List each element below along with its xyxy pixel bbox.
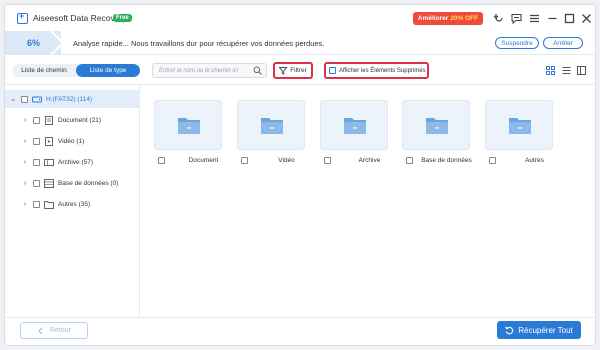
- upgrade-button[interactable]: Améliorer 20% OFF: [413, 12, 483, 25]
- tile-label: Base de données: [421, 156, 472, 164]
- menu-icon[interactable]: [529, 13, 540, 24]
- video-icon: [45, 136, 53, 146]
- progress-percentage: 6%: [27, 38, 41, 48]
- show-deleted-label: Afficher les Éléments Supprimés: [339, 67, 426, 74]
- category-tile-archive[interactable]: [320, 100, 388, 150]
- tile-label-row: Document: [158, 154, 238, 166]
- archive-icon: [44, 158, 54, 166]
- list-mode-toggle: Liste de chemin Liste de type: [12, 64, 140, 77]
- tile-label-row: Autres: [489, 154, 569, 166]
- chevron-right-icon[interactable]: ›: [21, 138, 29, 145]
- category-tile-document[interactable]: [154, 100, 222, 150]
- folder-icon: [426, 118, 448, 134]
- folder-icon: [178, 118, 200, 134]
- sidebar-tree: ⌄ H:(FAT32) (114) › Document (21) › Vidé…: [5, 85, 140, 317]
- show-deleted-toggle[interactable]: Afficher les Éléments Supprimés: [324, 62, 429, 79]
- category-tile-video[interactable]: [237, 100, 305, 150]
- tree-item-label: Archive (57): [58, 158, 94, 166]
- tile-checkbox[interactable]: [406, 156, 413, 164]
- free-badge: Free: [113, 14, 132, 22]
- upgrade-discount: 20% OFF: [450, 15, 479, 22]
- search-placeholder: Entrer le nom ou le chemin ici: [159, 67, 239, 74]
- tree-item-archive[interactable]: › Archive (57): [5, 153, 140, 171]
- tree-item-database[interactable]: › Base de données (0): [5, 174, 140, 192]
- tree-checkbox[interactable]: [33, 179, 40, 187]
- grid-view-icon[interactable]: [546, 66, 555, 75]
- stop-button[interactable]: Arrêter: [543, 37, 583, 49]
- back-label: Retour: [49, 327, 71, 334]
- tree-checkbox[interactable]: [33, 116, 40, 124]
- detail-view-icon[interactable]: [577, 66, 586, 75]
- footer-bar: Retour Récupérer Tout: [5, 317, 595, 345]
- chevron-right-icon[interactable]: ›: [21, 201, 29, 208]
- minimize-icon[interactable]: [547, 13, 558, 24]
- tree-checkbox[interactable]: [21, 95, 28, 103]
- app-logo-icon: [17, 11, 28, 24]
- folder-icon: [44, 200, 54, 209]
- app-window: Aiseesoft Data Recovery Free Améliorer 2…: [4, 4, 596, 346]
- scan-status-text: Analyse rapide... Nous travaillons dur p…: [73, 39, 325, 48]
- tile-checkbox[interactable]: [489, 156, 496, 164]
- tree-checkbox[interactable]: [33, 137, 40, 145]
- scan-progress-bar: 6% Analyse rapide... Nous travaillons du…: [5, 31, 595, 55]
- tree-item-video[interactable]: › Vidéo (1): [5, 132, 140, 150]
- recover-all-button[interactable]: Récupérer Tout: [497, 321, 581, 339]
- close-icon[interactable]: [581, 13, 592, 24]
- tree-item-label: Base de données (0): [58, 179, 119, 187]
- pause-button[interactable]: Suspendre: [495, 37, 539, 49]
- toolbar: Liste de chemin Liste de type Entrer le …: [5, 55, 595, 85]
- tile-checkbox[interactable]: [324, 156, 331, 164]
- drive-icon: [32, 96, 42, 102]
- tile-checkbox[interactable]: [158, 156, 165, 164]
- recover-all-label: Récupérer Tout: [518, 325, 573, 335]
- back-button[interactable]: Retour: [20, 322, 88, 339]
- home-icon[interactable]: [493, 13, 504, 24]
- folder-icon: [509, 118, 531, 134]
- chevron-down-icon[interactable]: ⌄: [9, 95, 17, 103]
- tile-label-row: Base de données: [406, 154, 476, 166]
- tree-item-label: Document (21): [58, 116, 101, 124]
- list-view-icon[interactable]: [562, 66, 571, 75]
- filter-button[interactable]: Filtrer: [273, 62, 313, 79]
- filter-label: Filtrer: [290, 67, 307, 74]
- document-icon: [45, 115, 53, 125]
- chevron-right-icon[interactable]: ›: [21, 159, 29, 166]
- tree-root-label: H:(FAT32) (114): [46, 95, 92, 103]
- database-icon: [44, 178, 54, 188]
- chevron-right-icon[interactable]: ›: [21, 117, 29, 124]
- filter-icon: [279, 66, 288, 75]
- tab-type-list[interactable]: Liste de type: [76, 64, 140, 77]
- tile-label: Archive: [358, 156, 381, 164]
- feedback-icon[interactable]: [511, 13, 522, 24]
- maximize-icon[interactable]: [564, 13, 575, 24]
- chevron-left-icon: [38, 327, 43, 334]
- tree-item-label: Vidéo (1): [58, 137, 85, 145]
- chevron-right-icon[interactable]: ›: [21, 180, 29, 187]
- folder-icon: [261, 118, 283, 134]
- tree-item-others[interactable]: › Autres (35): [5, 195, 140, 213]
- tile-label: Vidéo: [278, 156, 295, 164]
- tree-item-label: Autres (35): [58, 200, 91, 208]
- show-deleted-checkbox[interactable]: [329, 67, 336, 74]
- tree-checkbox[interactable]: [33, 200, 40, 208]
- tile-label: Document: [188, 156, 219, 164]
- tree-checkbox[interactable]: [33, 158, 40, 166]
- tab-path-list[interactable]: Liste de chemin: [12, 64, 76, 77]
- search-input[interactable]: Entrer le nom ou le chemin ici: [152, 63, 267, 78]
- search-icon[interactable]: [253, 66, 262, 75]
- tile-label-row: Vidéo: [241, 154, 321, 166]
- title-bar: Aiseesoft Data Recovery Free Améliorer 2…: [5, 5, 595, 31]
- category-tile-others[interactable]: [485, 100, 553, 150]
- folder-icon: [344, 118, 366, 134]
- tile-checkbox[interactable]: [241, 156, 248, 164]
- upgrade-label: Améliorer: [417, 15, 449, 22]
- restore-icon: [505, 326, 514, 334]
- tree-root-drive[interactable]: ⌄ H:(FAT32) (114): [5, 90, 140, 108]
- tile-label-row: Archive: [324, 154, 404, 166]
- progress-chevron-icon: [51, 31, 65, 55]
- tile-label: Autres: [525, 156, 544, 164]
- tree-item-document[interactable]: › Document (21): [5, 111, 140, 129]
- category-tile-database[interactable]: [402, 100, 470, 150]
